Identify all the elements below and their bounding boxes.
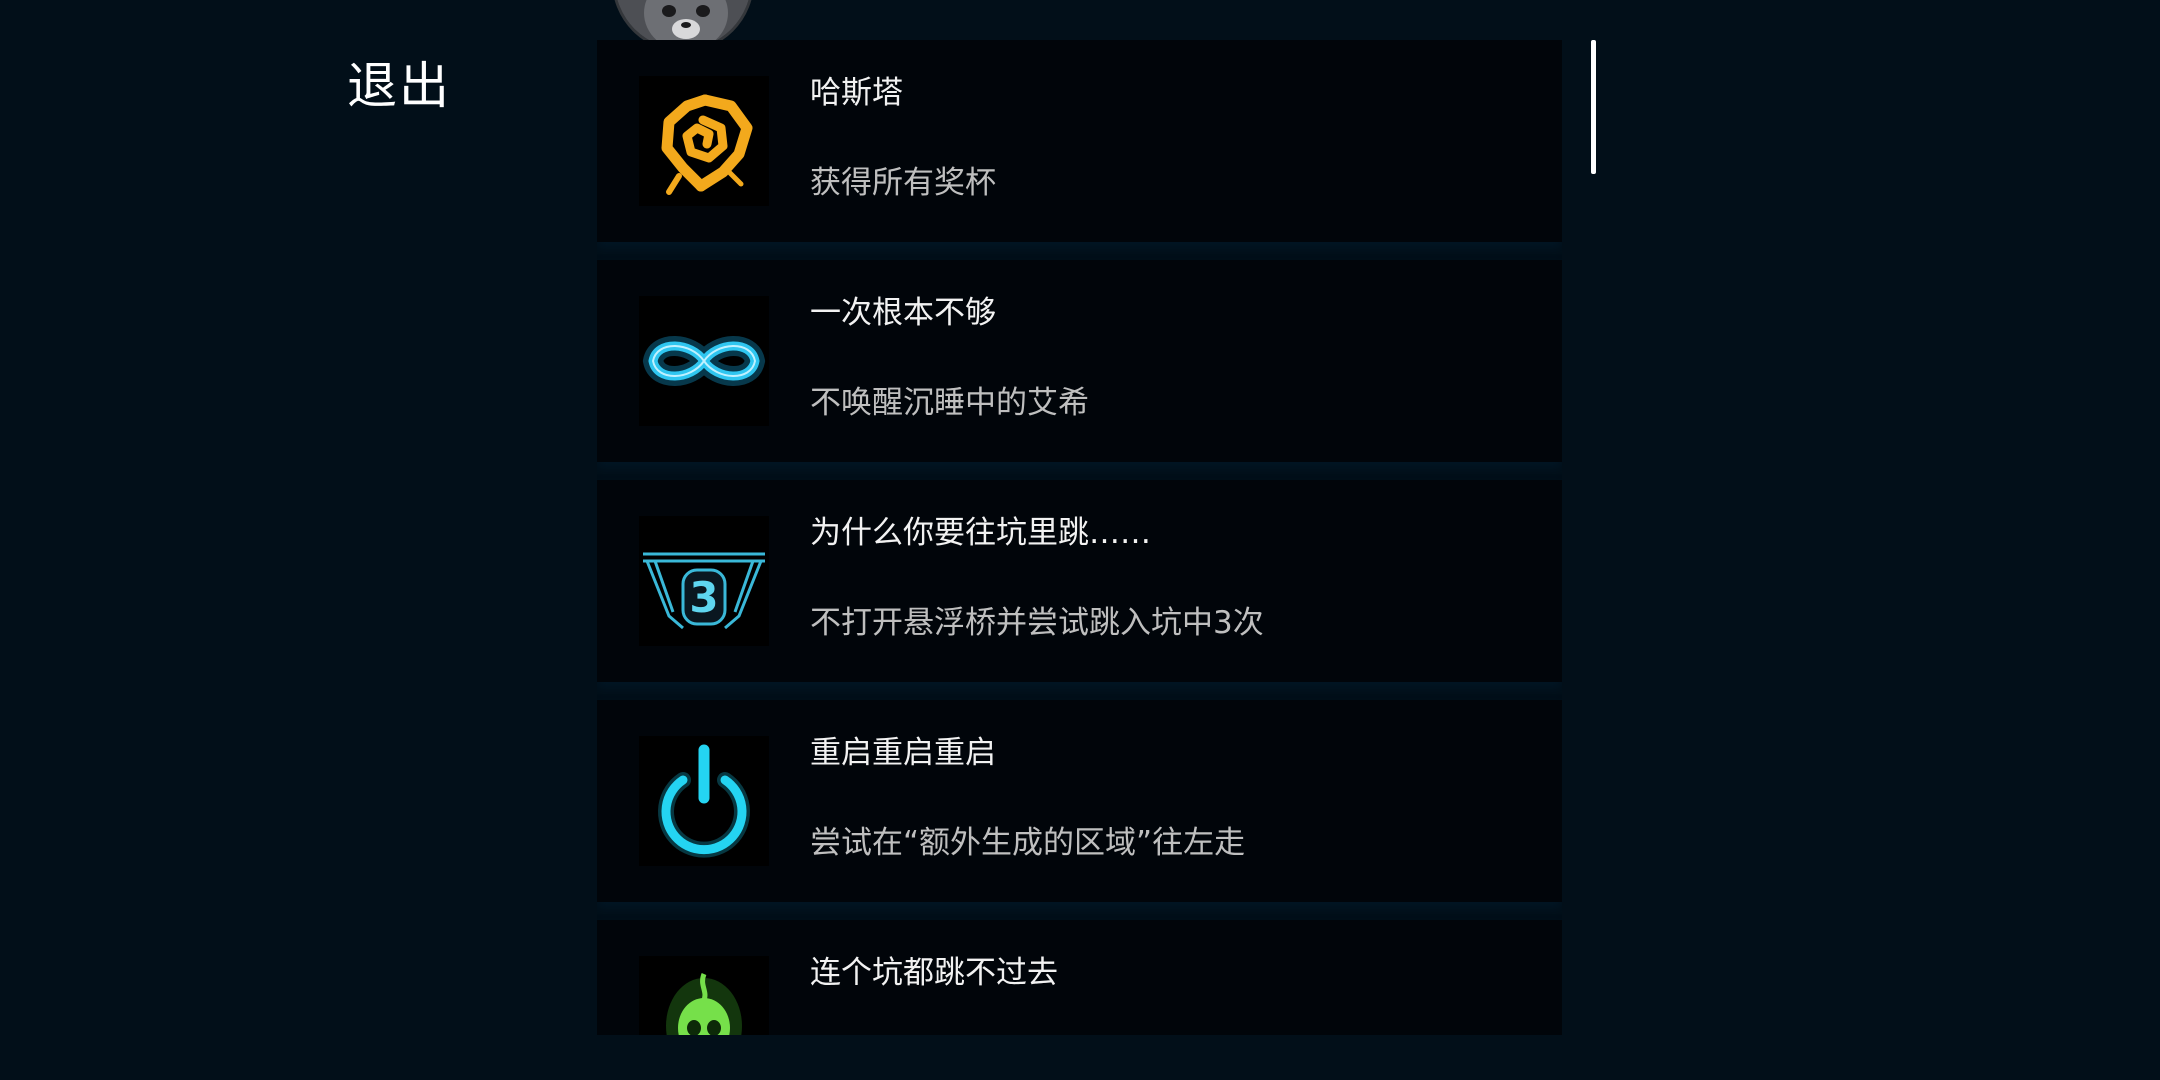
achievement-card[interactable]: 3 为什么你要往坑里跳…… 不打开悬浮桥并尝试跳入坑中3次 <box>597 480 1562 682</box>
achievement-title: 哈斯塔 <box>810 75 903 111</box>
hastur-sigil-icon <box>639 76 769 206</box>
achievement-description: 不打开悬浮桥并尝试跳入坑中3次 <box>810 605 1264 641</box>
bridge-pit-count: 3 <box>689 573 718 622</box>
achievement-card[interactable]: 重启重启重启 尝试在“额外生成的区域”往左走 <box>597 700 1562 902</box>
exit-button[interactable]: 退出 <box>347 54 451 118</box>
achievement-title: 重启重启重启 <box>810 735 996 771</box>
achievement-description: 不唤醒沉睡中的艾希 <box>810 385 1089 421</box>
power-icon <box>639 736 769 866</box>
achievement-list[interactable]: 哈斯塔 获得所有奖杯 一次根本不够 不唤醒沉睡中的艾希 3 为什么你要往坑里跳…… <box>597 40 1562 1035</box>
achievement-description: 获得所有奖杯 <box>810 165 996 201</box>
green-skull-icon <box>639 956 769 1035</box>
achievement-card[interactable]: 一次根本不够 不唤醒沉睡中的艾希 <box>597 260 1562 462</box>
achievement-card[interactable]: 哈斯塔 获得所有奖杯 <box>597 40 1562 242</box>
achievement-title: 连个坑都跳不过去 <box>810 955 1058 991</box>
achievement-card[interactable]: 连个坑都跳不过去 <box>597 920 1562 1035</box>
achievement-title: 一次根本不够 <box>810 295 996 331</box>
bridge-pit-icon: 3 <box>639 516 769 646</box>
infinity-icon <box>639 296 769 426</box>
achievement-description: 尝试在“额外生成的区域”往左走 <box>810 825 1246 861</box>
scrollbar-thumb[interactable] <box>1591 40 1596 174</box>
achievement-title: 为什么你要往坑里跳…… <box>810 515 1151 551</box>
achievements-screen: 退出 哈斯塔 获得所有奖杯 一次根本不够 不唤醒沉睡中的艾希 3 为什么你要往坑… <box>0 0 2160 1080</box>
